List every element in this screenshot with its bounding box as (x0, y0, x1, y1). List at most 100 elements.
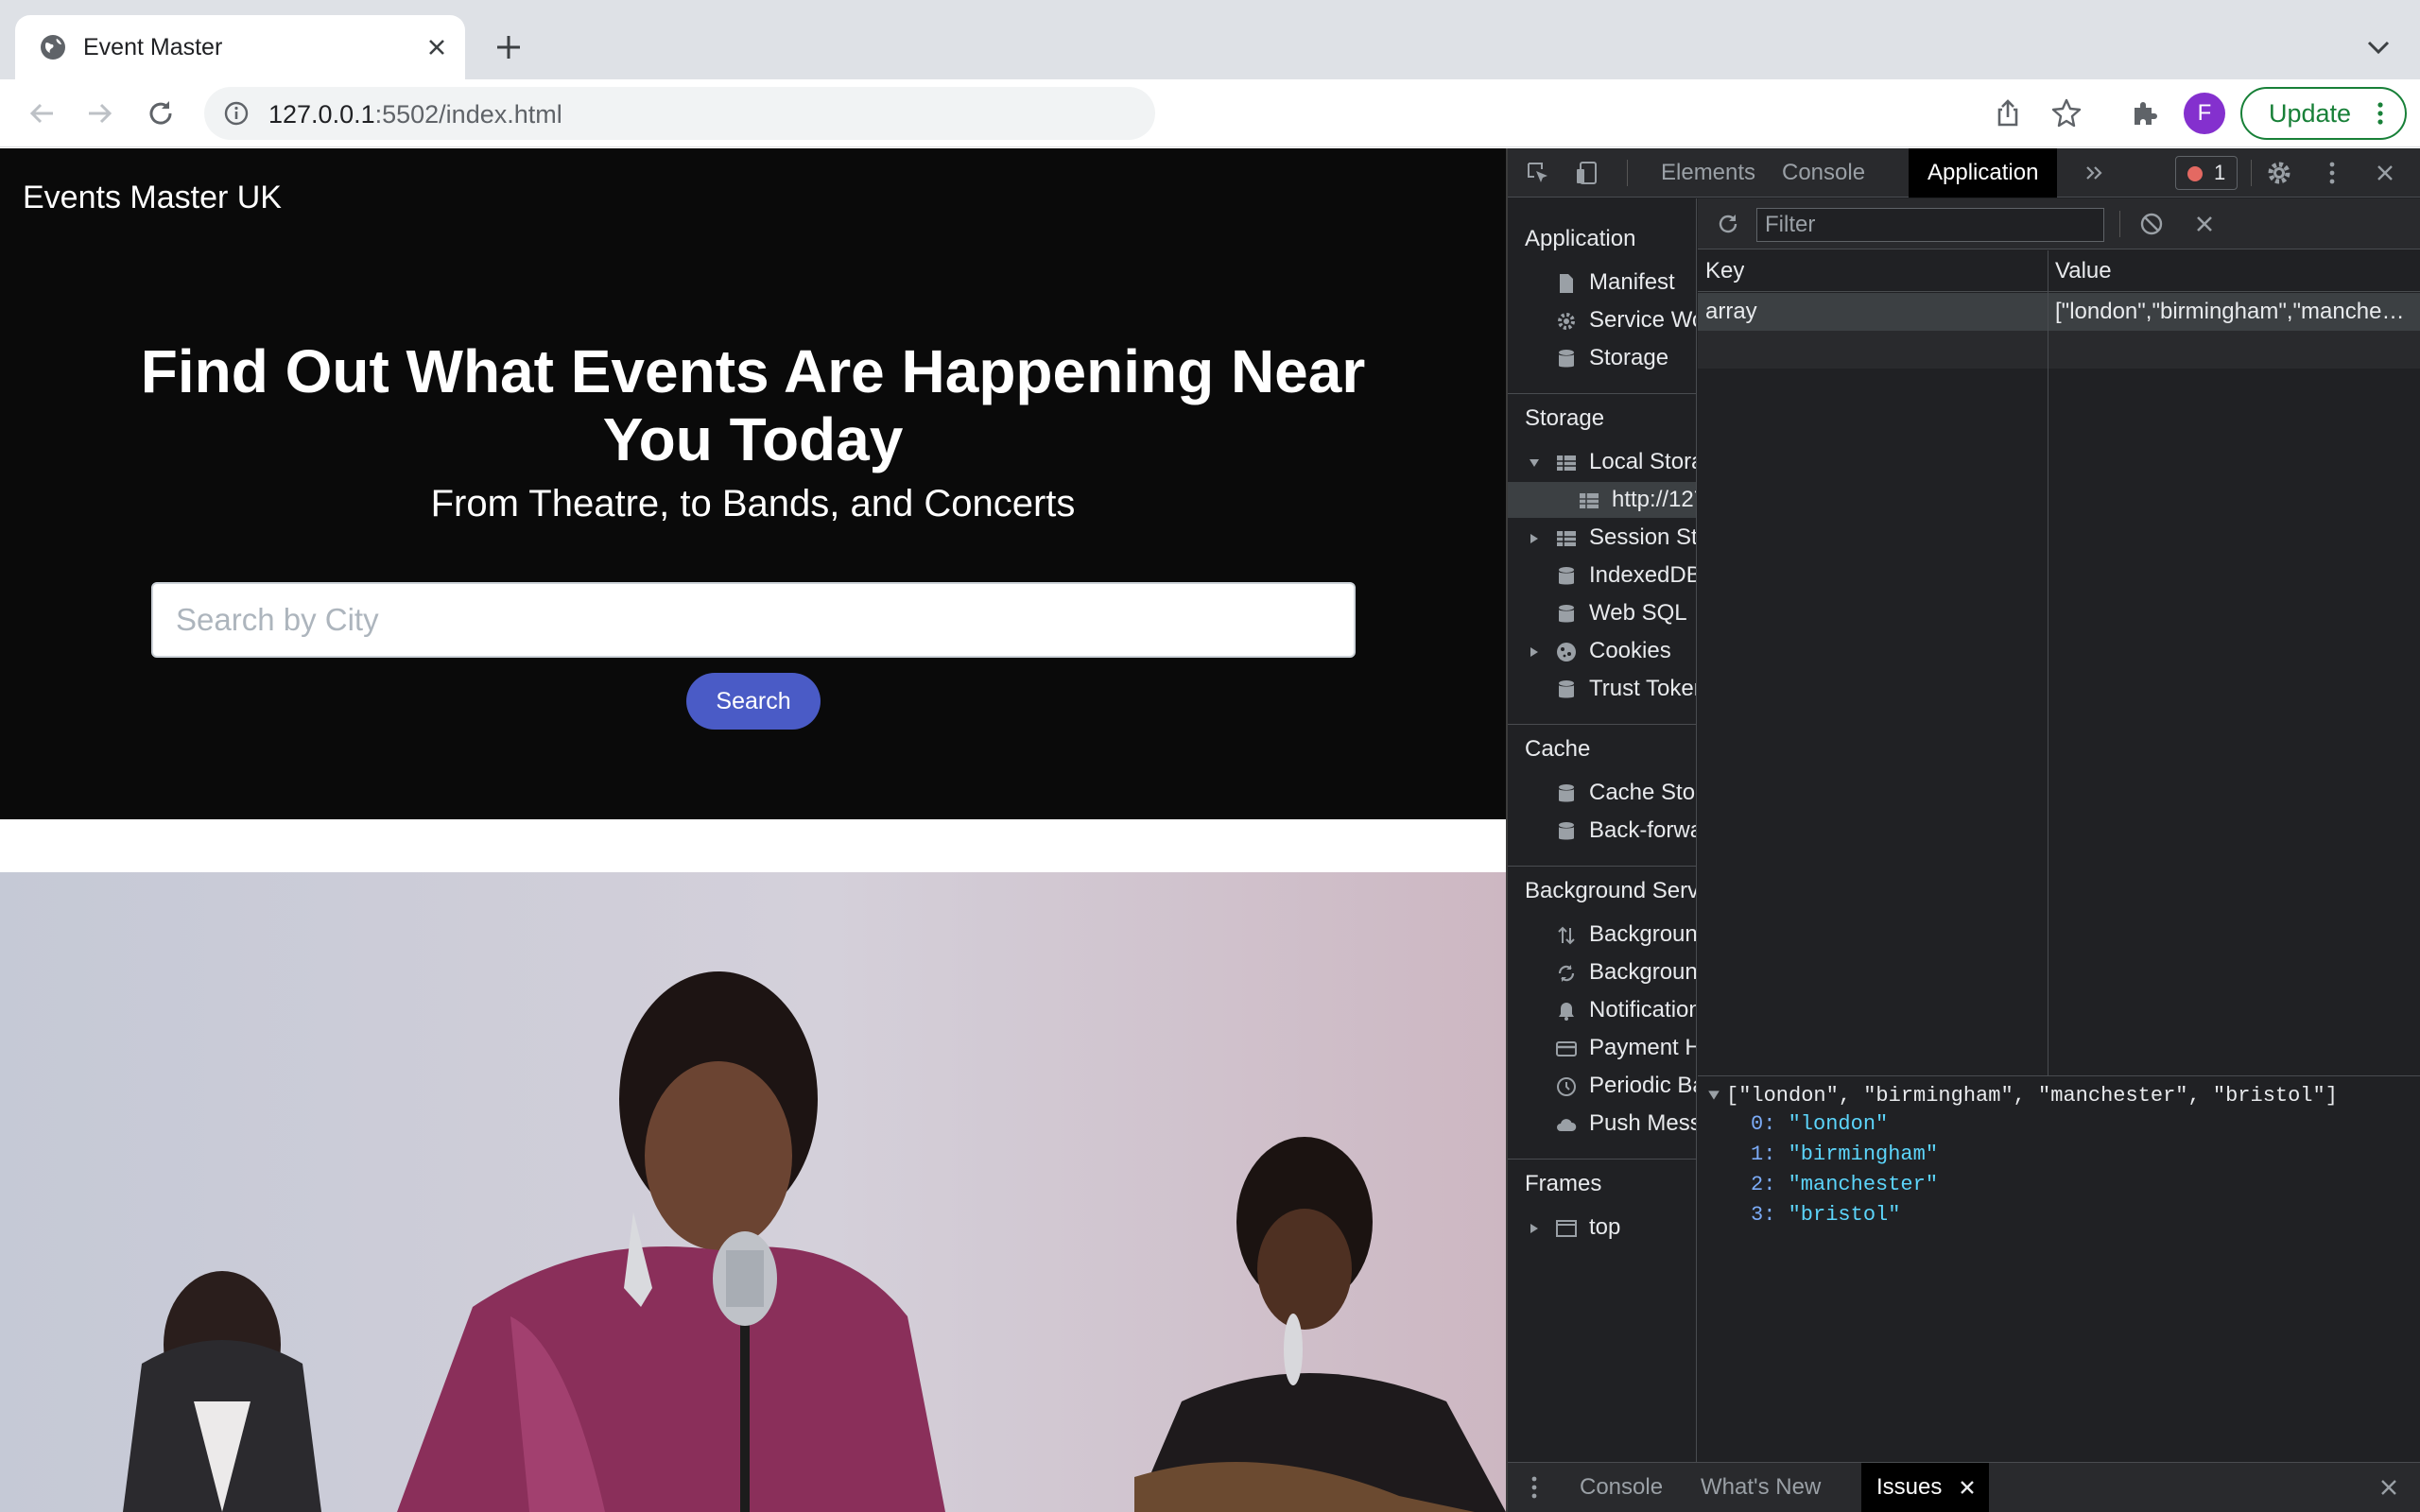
address-bar[interactable]: 127.0.0.1:5502/index.html (204, 87, 1155, 140)
back-arrow-icon[interactable] (25, 96, 59, 130)
local-storage-pane: Key Value array ["london","birmingham","… (1698, 198, 2420, 1462)
bookmark-star-icon[interactable] (2049, 96, 2083, 130)
section-heading-application: Application (1525, 226, 1636, 251)
sidebar-item-label: Storage (1589, 345, 1669, 370)
filter-input[interactable] (1756, 208, 2104, 242)
url-text: 127.0.0.1:5502/index.html (268, 100, 562, 129)
url-path: :5502/index.html (374, 100, 562, 129)
band-performance-image (0, 872, 1506, 1512)
table-grid-icon (1580, 493, 1599, 508)
collapsed-triangle-icon[interactable] (1529, 646, 1540, 658)
sidebar-item-local-storage-origin[interactable]: http://127.0.0.1:5502 (1508, 482, 1696, 518)
sidebar-item-label: Manifest (1589, 269, 1675, 295)
city-search-input[interactable] (151, 582, 1356, 658)
tab-console[interactable]: Console (1763, 148, 1884, 198)
cookie-icon (1557, 643, 1576, 662)
table-row[interactable]: array ["london","birmingham","manchester… (1698, 293, 2420, 331)
drawer-tab-console[interactable]: Console (1580, 1463, 1663, 1512)
inspect-element-icon[interactable] (1525, 160, 1551, 186)
sidebar-item-back-forward-cache[interactable]: Back-forward Cache (1508, 813, 1696, 849)
sidebar-item-label: Cache Storage (1589, 780, 1696, 805)
table-grid-icon (1557, 531, 1576, 546)
database-icon (1559, 784, 1574, 802)
sidebar-item-background-fetch[interactable]: Background Fetch (1508, 917, 1696, 953)
reload-icon[interactable] (144, 96, 178, 130)
sidebar-item-label: Service Workers (1589, 307, 1696, 333)
column-header-value[interactable]: Value (2055, 250, 2112, 292)
row-value: ["london","birmingham","manchester","bri… (2055, 299, 2405, 324)
profile-avatar[interactable]: F (2184, 93, 2225, 134)
new-tab-icon[interactable] (492, 30, 526, 64)
sidebar-item-web-sql[interactable]: Web SQL (1508, 595, 1696, 631)
drawer-tab-whats-new[interactable]: What's New (1701, 1463, 1821, 1512)
search-button[interactable]: Search (686, 673, 821, 730)
sidebar-item-cache-storage[interactable]: Cache Storage (1508, 775, 1696, 811)
collapsed-triangle-icon[interactable] (1529, 533, 1540, 544)
sync-icon (1558, 965, 1575, 982)
refresh-icon[interactable] (1715, 211, 1741, 237)
share-icon[interactable] (1991, 96, 2025, 130)
close-tab-icon[interactable] (1959, 1479, 1976, 1496)
sidebar-item-trust-tokens[interactable]: Trust Tokens (1508, 671, 1696, 707)
sidebar-item-label: top (1589, 1214, 1621, 1240)
url-host: 127.0.0.1 (268, 100, 375, 129)
database-icon (1559, 567, 1574, 585)
sidebar-item-label: Push Messaging (1589, 1110, 1697, 1136)
drawer-tab-issues[interactable]: Issues (1861, 1463, 1990, 1512)
sidebar-item-push-messaging[interactable]: Push Messaging (1508, 1106, 1697, 1142)
delete-selected-icon[interactable] (2191, 211, 2218, 237)
sidebar-item-label: Periodic Background Sync (1589, 1073, 1696, 1098)
sidebar-item-label: Background Sync (1589, 959, 1697, 985)
sidebar-divider (1508, 1159, 1696, 1160)
preview-entry: 1: "birmingham" (1751, 1140, 1938, 1170)
hero-headline: Find Out What Events Are Happening Near … (140, 337, 1366, 473)
sidebar-item-frame-top[interactable]: top (1508, 1210, 1696, 1246)
sidebar-divider (1508, 393, 1696, 394)
hero-section: Events Master UK Find Out What Events Ar… (0, 148, 1506, 819)
section-spacer (0, 819, 1506, 872)
more-tabs-chevron-icon[interactable] (2081, 160, 2107, 186)
sidebar-item-manifest[interactable]: Manifest (1508, 265, 1696, 301)
site-brand[interactable]: Events Master UK (23, 179, 282, 216)
expanded-triangle-icon[interactable] (1529, 457, 1540, 469)
more-vertical-icon[interactable] (2367, 100, 2394, 127)
clear-all-block-icon[interactable] (2138, 211, 2165, 237)
drawer-tab-label: Issues (1876, 1474, 1943, 1500)
tab-application[interactable]: Application (1909, 148, 2058, 198)
sidebar-item-storage[interactable]: Storage (1508, 340, 1696, 376)
sidebar-item-indexeddb[interactable]: IndexedDB (1508, 558, 1696, 593)
update-button[interactable]: Update (2240, 87, 2407, 140)
empty-table-row (1698, 331, 2420, 369)
close-tab-icon[interactable] (424, 34, 450, 60)
browser-tab[interactable]: Event Master (15, 15, 465, 79)
sidebar-item-service-workers[interactable]: Service Workers (1508, 302, 1696, 338)
more-vertical-icon[interactable] (2319, 160, 2345, 186)
column-header-key[interactable]: Key (1705, 250, 1744, 292)
collapsed-triangle-icon[interactable] (1529, 1223, 1540, 1234)
forward-arrow-icon[interactable] (83, 96, 117, 130)
web-page: Events Master UK Find Out What Events Ar… (0, 148, 1506, 1512)
settings-gear-icon[interactable] (2266, 160, 2292, 186)
tab-elements[interactable]: Elements (1642, 148, 1774, 198)
preview-entry: 0: "london" (1751, 1109, 1888, 1140)
sidebar-item-session-storage[interactable]: Session Storage (1508, 520, 1696, 556)
sidebar-item-local-storage[interactable]: Local Storage (1508, 444, 1696, 480)
close-drawer-icon[interactable] (2376, 1474, 2402, 1501)
device-toggle-icon[interactable] (1574, 160, 1600, 186)
sidebar-item-notifications[interactable]: Notifications (1508, 992, 1696, 1028)
sidebar-item-background-sync[interactable]: Background Sync (1508, 954, 1697, 990)
entry-index: 1: (1751, 1143, 1776, 1166)
info-icon[interactable] (223, 100, 250, 127)
sidebar-item-payment-handler[interactable]: Payment Handler (1508, 1030, 1696, 1066)
close-devtools-icon[interactable] (2372, 160, 2398, 186)
extensions-puzzle-icon[interactable] (2127, 96, 2161, 130)
sidebar-item-cookies[interactable]: Cookies (1508, 633, 1696, 669)
value-preview: ["london", "birmingham", "manchester", "… (1698, 1077, 2420, 1455)
expanded-triangle-icon[interactable] (1707, 1089, 1720, 1102)
error-count-badge[interactable]: 1 (2175, 156, 2238, 190)
more-vertical-icon[interactable] (1521, 1474, 1547, 1501)
sidebar-item-label: http://127.0.0.1:5502 (1612, 487, 1696, 512)
chevron-down-icon[interactable] (2363, 34, 2394, 60)
database-icon (1559, 680, 1574, 698)
sidebar-item-periodic-background-sync[interactable]: Periodic Background Sync (1508, 1068, 1696, 1104)
